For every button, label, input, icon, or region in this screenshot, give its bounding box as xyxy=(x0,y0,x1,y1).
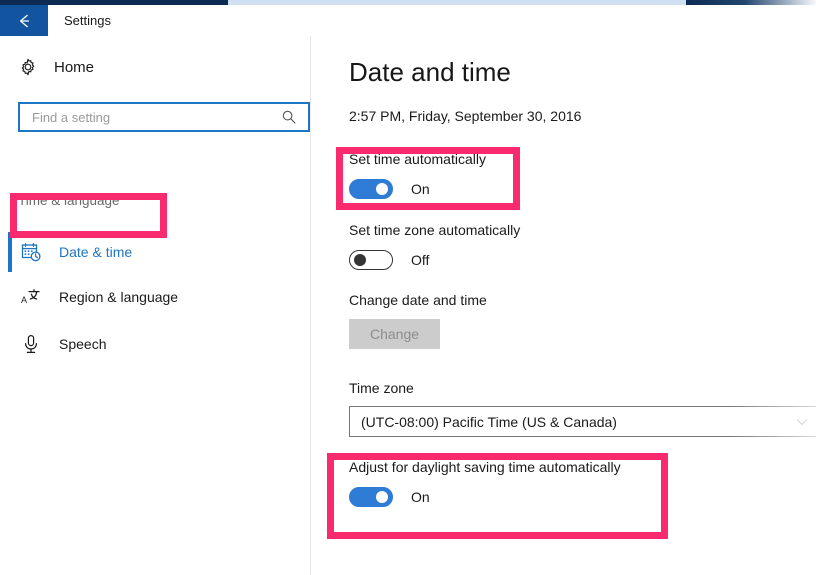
back-button[interactable] xyxy=(0,5,48,36)
sidebar-item-home[interactable]: Home xyxy=(18,57,94,77)
current-datetime-text: 2:57 PM, Friday, September 30, 2016 xyxy=(349,108,582,124)
language-icon: A xyxy=(20,286,42,308)
set-timezone-automatically-label: Set time zone automatically xyxy=(349,222,521,238)
toggle-switch-on[interactable] xyxy=(349,487,393,507)
toggle-switch-on[interactable] xyxy=(349,179,393,199)
sidebar-item-region-and-language[interactable]: A Region & language xyxy=(8,277,298,317)
daylight-saving-label: Adjust for daylight saving time automati… xyxy=(349,459,621,475)
sidebar-item-label: Date & time xyxy=(59,244,133,260)
toggle-knob xyxy=(376,491,388,503)
gear-icon xyxy=(18,57,38,77)
sidebar: Home Time & language xyxy=(0,36,311,575)
set-timezone-automatically-toggle[interactable]: Off xyxy=(349,250,429,270)
sidebar-item-label: Region & language xyxy=(59,289,179,305)
chevron-down-icon xyxy=(795,415,809,429)
calendar-clock-icon xyxy=(20,241,42,263)
toggle-state-label: Off xyxy=(411,252,430,268)
timezone-selected-value: (UTC-08:00) Pacific Time (US & Canada) xyxy=(361,413,617,430)
sidebar-group-label: Time & language xyxy=(18,193,120,208)
change-date-and-time-label: Change date and time xyxy=(349,292,487,308)
svg-text:A: A xyxy=(21,295,27,305)
app-title: Settings xyxy=(64,13,111,28)
timezone-dropdown[interactable]: (UTC-08:00) Pacific Time (US & Canada) xyxy=(349,406,816,437)
microphone-icon xyxy=(20,333,42,355)
back-arrow-icon xyxy=(14,11,34,31)
set-time-automatically-toggle[interactable]: On xyxy=(349,179,430,199)
timezone-label: Time zone xyxy=(349,380,414,396)
main-content: Date and time 2:57 PM, Friday, September… xyxy=(311,36,816,575)
search-box[interactable] xyxy=(18,102,310,132)
toggle-switch-off[interactable] xyxy=(349,250,393,270)
toggle-knob xyxy=(354,254,366,266)
set-time-automatically-label: Set time automatically xyxy=(349,151,486,167)
toggle-knob xyxy=(376,183,388,195)
search-icon xyxy=(281,109,297,125)
daylight-saving-toggle[interactable]: On xyxy=(349,487,430,507)
page-title: Date and time xyxy=(349,57,511,87)
sidebar-item-speech[interactable]: Speech xyxy=(8,324,298,364)
sidebar-item-date-and-time[interactable]: Date & time xyxy=(8,232,298,272)
title-bar: Settings xyxy=(0,5,816,36)
sidebar-home-label: Home xyxy=(54,58,95,76)
sidebar-item-label: Speech xyxy=(59,336,107,352)
toggle-state-label: On xyxy=(411,181,430,197)
toggle-state-label: On xyxy=(411,489,430,505)
search-input[interactable] xyxy=(20,104,281,130)
change-button[interactable]: Change xyxy=(349,319,440,349)
